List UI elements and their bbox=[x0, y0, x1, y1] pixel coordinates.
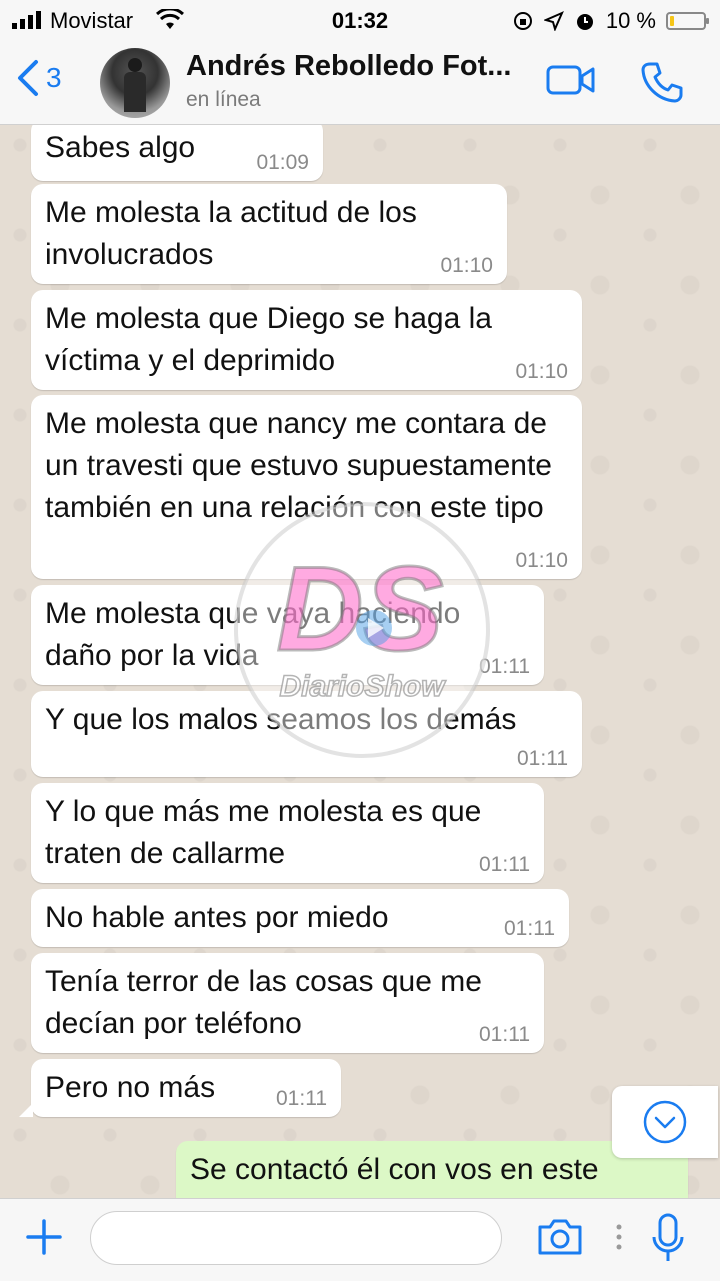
chevron-down-icon bbox=[643, 1100, 687, 1144]
status-bar: Movistar 01:32 10 % bbox=[0, 0, 720, 40]
chevron-left-icon bbox=[18, 60, 38, 96]
message-bubble[interactable]: Tenía terror de las cosas que me decían … bbox=[31, 953, 544, 1053]
message-text: No hable antes por miedo bbox=[45, 901, 389, 934]
message-text: Y que los malos seamos los demás bbox=[45, 703, 517, 736]
message-text: Me molesta la actitud de los involucrado… bbox=[45, 196, 417, 271]
chat-area[interactable]: Sabes algo 01:09 Me molesta la actitud d… bbox=[0, 125, 720, 1198]
message-input[interactable] bbox=[90, 1211, 502, 1265]
message-time: 01:10 bbox=[440, 254, 493, 277]
contact-name[interactable]: Andrés Rebolledo Fot... bbox=[186, 50, 511, 83]
message-time: 01:11 bbox=[479, 655, 530, 678]
message-text: Me molesta que vaya haciendo daño por la… bbox=[45, 597, 461, 672]
message-time: 01:11 bbox=[276, 1087, 327, 1110]
battery-icon bbox=[666, 12, 709, 30]
chat-header: 3 Andrés Rebolledo Fot... en línea bbox=[0, 40, 720, 125]
unread-count: 3 bbox=[46, 62, 62, 93]
input-bar bbox=[0, 1198, 720, 1281]
message-bubble[interactable]: Y que los malos seamos los demás 01:11 bbox=[31, 691, 582, 777]
message-time: 01:11 bbox=[504, 917, 555, 940]
video-call-icon[interactable] bbox=[546, 64, 596, 96]
battery-percent: 10 % bbox=[605, 8, 656, 33]
bubble-tail bbox=[19, 1103, 33, 1117]
message-text: Me molesta que Diego se haga la víctima … bbox=[45, 302, 492, 377]
plus-icon[interactable] bbox=[24, 1217, 64, 1257]
back-button[interactable]: 3 bbox=[16, 58, 62, 98]
message-time: 01:09 bbox=[256, 151, 309, 174]
message-time: 01:10 bbox=[515, 360, 568, 383]
message-time: 01:10 bbox=[515, 549, 568, 572]
message-bubble[interactable]: Me molesta que Diego se haga la víctima … bbox=[31, 290, 582, 390]
message-bubble[interactable]: Sabes algo 01:09 bbox=[31, 125, 323, 181]
phone-icon[interactable] bbox=[640, 60, 684, 104]
scroll-down-button[interactable] bbox=[612, 1086, 718, 1158]
more-dots-icon bbox=[616, 1224, 622, 1250]
message-bubble[interactable]: Me molesta que nancy me contara de un tr… bbox=[31, 395, 582, 579]
message-time: 01:11 bbox=[479, 853, 530, 876]
message-text: Se contactó él con vos en este bbox=[190, 1153, 599, 1186]
orientation-lock-icon bbox=[513, 12, 532, 30]
message-text: Y lo que más me molesta es que traten de… bbox=[45, 795, 482, 870]
message-bubble[interactable]: No hable antes por miedo 01:11 bbox=[31, 889, 569, 947]
message-bubble[interactable]: Pero no más 01:11 bbox=[19, 1059, 341, 1117]
camera-icon[interactable] bbox=[536, 1217, 584, 1257]
message-bubble[interactable]: Y lo que más me molesta es que traten de… bbox=[31, 783, 544, 883]
message-bubble[interactable]: Me molesta que vaya haciendo daño por la… bbox=[31, 585, 544, 685]
contact-status: en línea bbox=[186, 88, 261, 111]
message-text: Me molesta que nancy me contara de un tr… bbox=[45, 407, 552, 524]
message-time: 01:11 bbox=[479, 1023, 530, 1046]
message-time: 01:11 bbox=[517, 747, 568, 770]
location-icon bbox=[543, 11, 564, 31]
avatar[interactable] bbox=[100, 48, 170, 118]
message-text: Tenía terror de las cosas que me decían … bbox=[45, 965, 482, 1040]
message-bubble[interactable]: Me molesta la actitud de los involucrado… bbox=[31, 184, 507, 284]
alarm-icon bbox=[576, 14, 593, 30]
microphone-icon[interactable] bbox=[650, 1213, 686, 1265]
